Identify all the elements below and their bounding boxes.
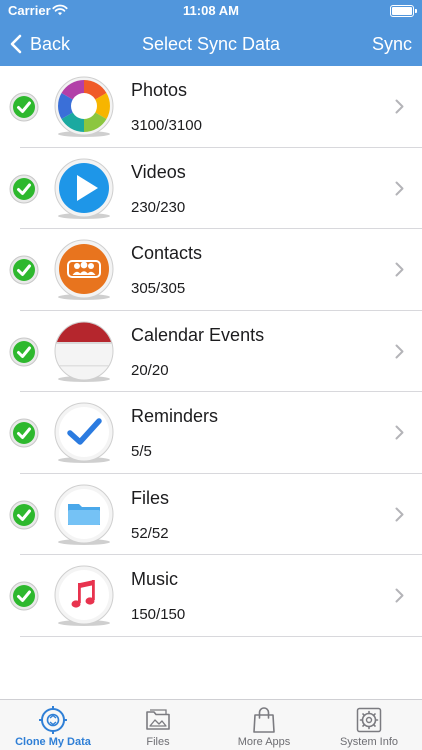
item-count: 305/305 — [131, 280, 186, 297]
tab-bar: Clone My Data Files More Apps System Inf… — [0, 699, 422, 750]
tab-label: More Apps — [237, 736, 291, 748]
status-bar: Carrier 11:08 AM — [0, 0, 422, 22]
checkmark-icon[interactable] — [9, 337, 39, 367]
checkmark-icon[interactable] — [9, 92, 39, 122]
shopping-bag-icon — [253, 707, 275, 733]
chevron-right-icon — [395, 262, 404, 277]
list-item[interactable]: Photos 3100/3100 — [0, 66, 422, 148]
back-button[interactable]: Back — [10, 22, 70, 66]
tab-more-apps[interactable]: More Apps — [211, 700, 317, 750]
list-item[interactable]: Music 150/150 — [0, 555, 422, 637]
chevron-right-icon — [395, 99, 404, 114]
tab-system-info[interactable]: System Info — [316, 700, 422, 750]
battery-icon — [390, 5, 417, 17]
item-name: Calendar Events — [131, 324, 265, 345]
checkmark-icon[interactable] — [9, 174, 39, 204]
photos-icon — [54, 76, 114, 137]
list-item[interactable]: Files 52/52 — [0, 474, 422, 555]
chevron-right-icon — [395, 507, 404, 521]
list-item[interactable]: Reminders 5/5 — [0, 392, 422, 474]
list-item[interactable]: Calendar Events 20/20 — [0, 311, 422, 392]
tab-label: Clone My Data — [15, 736, 91, 748]
checkmark-icon[interactable] — [9, 255, 39, 285]
item-name: Music — [131, 569, 179, 589]
tab-label: System Info — [339, 736, 399, 748]
checkmark-icon[interactable] — [9, 418, 39, 448]
row-divider — [20, 635, 422, 637]
item-count: 3100/3100 — [131, 117, 202, 134]
item-name: Reminders — [131, 406, 219, 426]
files-icon — [54, 484, 114, 545]
item-count: 230/230 — [131, 198, 186, 216]
item-count: 150/150 — [131, 606, 186, 623]
item-name: Photos — [131, 80, 188, 100]
item-name: Files — [131, 487, 170, 508]
tab-files[interactable]: Files — [105, 700, 211, 750]
sync-data-list: Photos 3100/3100 Videos 230/230 Contacts… — [0, 66, 422, 637]
gear-chip-icon — [356, 707, 382, 733]
chevron-right-icon — [395, 344, 404, 358]
reminders-icon — [54, 402, 114, 463]
calendar-icon — [54, 321, 114, 382]
clock-time: 11:08 AM — [183, 3, 239, 18]
files-tab-icon — [146, 709, 170, 730]
checkmark-icon[interactable] — [9, 500, 39, 530]
music-icon — [54, 565, 114, 626]
chevron-right-icon — [395, 588, 404, 603]
list-item[interactable]: Videos 230/230 — [0, 148, 422, 229]
item-name: Videos — [131, 161, 186, 182]
back-label: Back — [30, 33, 71, 54]
tab-clone-my-data[interactable]: Clone My Data — [0, 700, 106, 750]
item-count: 52/52 — [131, 524, 169, 542]
videos-icon — [54, 158, 114, 219]
chevron-right-icon — [395, 425, 404, 440]
chevron-right-icon — [395, 181, 404, 195]
navigation-bar: Back Select Sync Data Sync — [0, 22, 422, 66]
item-count: 5/5 — [131, 443, 152, 460]
sync-button[interactable]: Sync — [372, 22, 412, 66]
chevron-left-icon — [10, 34, 22, 54]
clone-data-icon — [39, 706, 67, 734]
tab-label: Files — [146, 736, 170, 748]
list-item[interactable]: Contacts 305/305 — [0, 229, 422, 311]
item-count: 20/20 — [131, 361, 169, 379]
contacts-icon — [54, 239, 114, 300]
item-name: Contacts — [131, 243, 203, 263]
checkmark-icon[interactable] — [9, 581, 39, 611]
